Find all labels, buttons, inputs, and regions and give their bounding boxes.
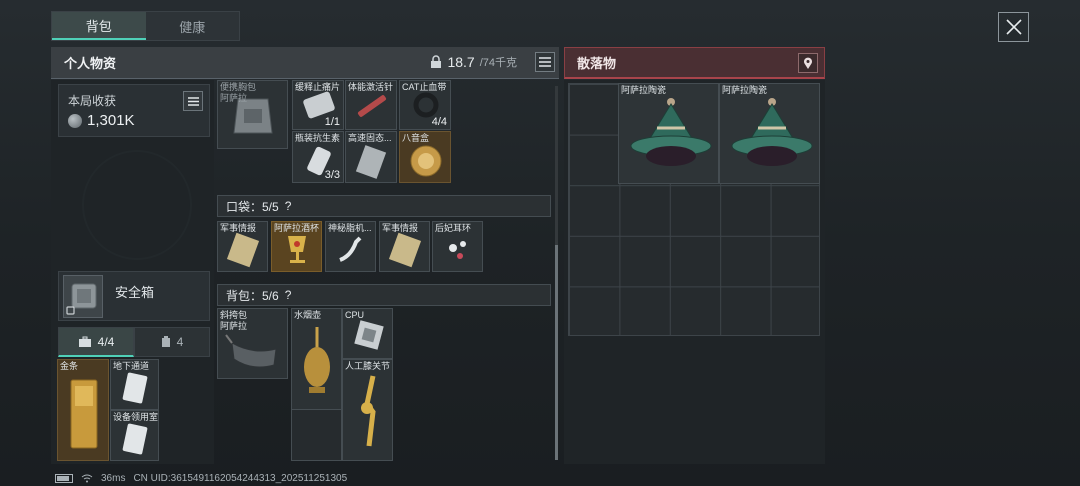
scrollbar-thumb[interactable]	[555, 245, 558, 460]
backpack-title: 背包：5/6	[226, 288, 279, 303]
item-slot[interactable]: 阿萨拉陶瓷	[618, 83, 719, 184]
location-button[interactable]	[798, 53, 818, 73]
hookah-icon	[304, 327, 330, 393]
item-slot[interactable]: 水烟壶	[291, 308, 342, 410]
list-icon	[187, 96, 199, 106]
item-name: 人工膝关节	[345, 361, 391, 371]
safe-box[interactable]: 安全箱	[58, 271, 210, 321]
tab-backpack[interactable]: 背包	[52, 12, 146, 40]
close-icon	[1005, 19, 1022, 35]
item-slot[interactable]: 八音盒	[399, 131, 451, 183]
list-icon	[539, 57, 551, 67]
status-bar: 36ms CN UID:3615491162054244313_20251125…	[55, 471, 347, 485]
tagine-icon	[630, 98, 712, 166]
tab-secure-case-label: 4/4	[97, 334, 115, 349]
pocket-help-icon[interactable]: ?	[285, 199, 292, 213]
item-count: 3/3	[324, 169, 340, 181]
knee-joint-icon	[361, 375, 376, 447]
weight-lock-icon	[431, 55, 442, 68]
item-slot[interactable]: 军事情报	[379, 221, 430, 272]
personal-title: 个人物资	[64, 56, 117, 71]
item-name: 高速固态...	[348, 133, 392, 143]
item-slot[interactable]: 高速固态...	[345, 131, 397, 183]
item-slot[interactable]: 设备领用室	[110, 410, 159, 461]
tagine-icon	[731, 98, 813, 166]
item-name: 军事情报	[382, 223, 419, 233]
battery-icon	[55, 473, 73, 483]
secure-tabs: 4/4 4	[58, 327, 210, 357]
harvest-list-button[interactable]	[183, 91, 203, 111]
item-name: 阿萨拉酒杯	[274, 223, 320, 233]
item-slot[interactable]: 神秘脂机...	[325, 221, 376, 272]
watermark-emblem	[82, 150, 192, 260]
pocket-title: 口袋：5/5	[226, 199, 279, 214]
item-slot[interactable]: 人工膝关节	[342, 359, 393, 461]
tab-container-label: 4	[176, 335, 184, 349]
item-slot[interactable]: 阿萨拉酒杯	[271, 221, 322, 272]
harvest-value: 1,301K	[87, 112, 135, 129]
item-slot[interactable]: 地下通道	[110, 359, 159, 410]
backpack-header: 背包：5/6 ?	[217, 284, 551, 306]
tab-container[interactable]: 4	[134, 327, 210, 357]
gold-bar-icon	[70, 379, 98, 449]
item-name: 军事情报	[220, 223, 257, 233]
weight-readout: 18.7/74千克	[430, 54, 517, 70]
item-slot[interactable]: CPU	[342, 308, 393, 359]
container-icon	[161, 336, 170, 347]
equipment-sling-bag[interactable]: 斜挎包 阿萨拉	[217, 308, 288, 379]
item-slot[interactable]: 缓释止痛片 1/1	[292, 80, 344, 130]
scatter-title: 散落物	[577, 56, 617, 71]
briefcase-icon	[78, 336, 91, 347]
item-name: 神秘脂机...	[328, 223, 372, 233]
ping-value: 36ms	[101, 472, 126, 484]
safe-box-label: 安全箱	[115, 285, 155, 300]
item-name: 斜挎包 阿萨拉	[220, 310, 248, 331]
item-name: 水烟壶	[294, 310, 322, 320]
main-tabs: 背包 健康	[51, 11, 240, 41]
harvest-value-row: 1,301K	[68, 112, 200, 129]
uid-text: CN UID:3615491162054244313_202511251305	[133, 472, 348, 484]
item-slot[interactable]: 阿萨拉陶瓷	[719, 83, 820, 184]
harvest-label: 本局收获	[68, 94, 117, 108]
backpack-help-icon[interactable]: ?	[285, 288, 292, 302]
item-name: CPU	[345, 310, 365, 320]
item-name: 便携胸包 阿萨拉	[220, 82, 257, 103]
item-slot[interactable]: 体能激活针	[345, 80, 397, 130]
item-count: 4/4	[431, 116, 447, 128]
item-count: 1/1	[324, 116, 340, 128]
personal-header: 个人物资 18.7/74千克	[51, 47, 559, 79]
harvest-card: 本局收获 1,301K	[58, 84, 210, 137]
item-name: 设备领用室	[113, 412, 159, 422]
scatter-header: 散落物	[564, 47, 825, 79]
weight-max: /74千克	[479, 57, 517, 69]
safe-box-icon	[63, 275, 103, 318]
item-name: 八音盒	[402, 133, 430, 143]
coin-icon	[68, 113, 82, 128]
item-name: 阿萨拉陶瓷	[621, 85, 667, 95]
item-name: 瓶装抗生素	[295, 133, 341, 143]
item-name: 后妃耳环	[435, 223, 472, 233]
item-slot[interactable]: 军事情报	[217, 221, 268, 272]
item-slot[interactable]: 后妃耳环	[432, 221, 483, 272]
tab-health[interactable]: 健康	[146, 12, 240, 40]
item-name: 体能激活针	[348, 82, 394, 92]
item-name: CAT止血带	[402, 82, 447, 92]
tab-secure-case[interactable]: 4/4	[58, 327, 134, 357]
item-slot[interactable]: CAT止血带 4/4	[399, 80, 451, 130]
weight-value: 18.7	[447, 54, 475, 70]
item-name: 地下通道	[113, 361, 150, 371]
item-name: 阿萨拉陶瓷	[722, 85, 768, 95]
item-name: 缓释止痛片	[295, 82, 341, 92]
pocket-header: 口袋：5/5 ?	[217, 195, 551, 217]
item-slot[interactable]: 金条	[57, 359, 109, 461]
close-button[interactable]	[998, 12, 1029, 42]
location-pin-icon	[804, 57, 812, 69]
equipment-chest-rig[interactable]: 便携胸包 阿萨拉	[217, 80, 288, 149]
item-name: 金条	[60, 361, 79, 371]
item-slot[interactable]: 瓶装抗生素 3/3	[292, 131, 344, 183]
sort-list-button[interactable]	[535, 52, 555, 72]
wifi-icon	[81, 474, 93, 482]
